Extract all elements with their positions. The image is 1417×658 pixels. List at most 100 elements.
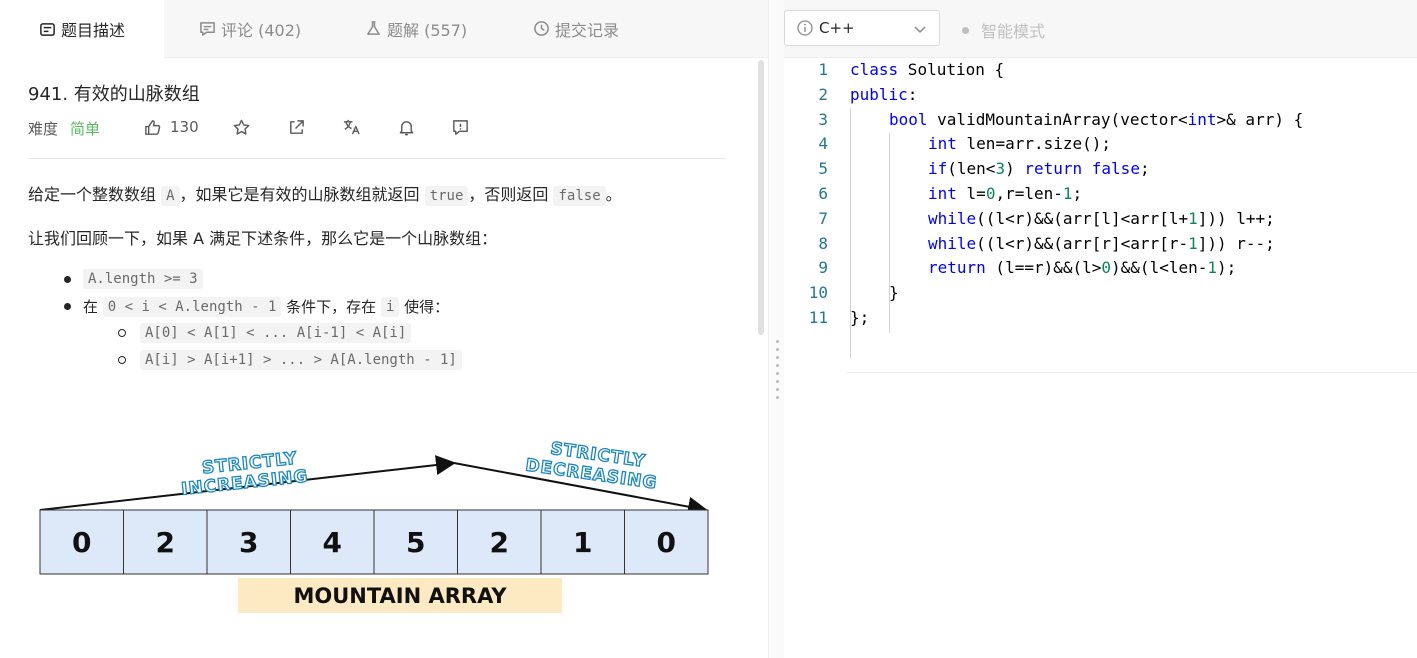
feedback-icon — [453, 119, 468, 135]
notify-button[interactable] — [397, 117, 416, 137]
inline-code: A.length >= 3 — [83, 269, 203, 289]
array-cell-value: 2 — [156, 526, 175, 559]
line-number: 10 — [808, 283, 828, 303]
code-token: return — [1024, 159, 1083, 179]
editor-toolbar: C++ 智能模式 — [784, 0, 1417, 58]
code-token: ) — [1005, 159, 1025, 179]
code-token: 0 — [1101, 258, 1112, 278]
divider — [28, 158, 726, 159]
code-editor[interactable]: 1 class Solution {2 public: 3 bool validMoun… — [784, 58, 1417, 658]
thumbs-up-icon — [145, 119, 161, 135]
code-line: }; — [850, 308, 869, 327]
line-number: 6 — [818, 184, 828, 203]
grip-dot — [776, 340, 779, 343]
grip-dot — [776, 348, 779, 351]
language-select[interactable]: C++ — [784, 10, 940, 46]
code-line: int len=arr.size(); — [928, 134, 1111, 153]
text: 使得： — [404, 298, 450, 316]
editor-panel: C++ 智能模式 1 class Solution {2 public: 3 bool … — [784, 0, 1417, 658]
description-paragraph-2: 让我们回顾一下，如果 A 满足下述条件，那么它是一个山脉数组： — [28, 229, 498, 248]
list-item: 在 0 < i < A.length - 1 条件下，存在 i 使得： — [64, 296, 449, 317]
smart-mode-toggle[interactable]: 智能模式 — [962, 18, 1045, 42]
line-number: 7 — [818, 208, 828, 228]
array-cell-value: 4 — [323, 526, 342, 559]
code-token: (l==r)&&(l> — [985, 258, 1102, 278]
tab-description[interactable]: 题目描述 — [0, 0, 164, 58]
code-token: ((l<r)&&(arr[r]<arr[r- — [976, 233, 1189, 253]
code-token: }; — [850, 308, 870, 327]
inline-code: A[0] < A[1] < ... A[i-1] < A[i] — [140, 323, 412, 343]
code-token: return — [928, 258, 986, 278]
translate-button[interactable] — [342, 117, 361, 137]
current-line-highlight — [846, 372, 1417, 386]
inline-code: A — [161, 186, 180, 206]
like-button[interactable]: 130 — [143, 117, 199, 137]
code-line: if(len<3) return false; — [928, 159, 1150, 178]
code-line: int l=0,r=len-1; — [928, 184, 1082, 203]
code-token: class — [850, 60, 899, 79]
code-token: 3 — [995, 159, 1006, 179]
grip-dot — [776, 380, 779, 383]
code-token: bool — [889, 109, 928, 129]
code-token: Solution { — [898, 60, 1005, 79]
array-cells: 0 2 3 4 5 2 1 0 — [39, 509, 709, 575]
code-token: while — [928, 233, 977, 253]
code-token: int — [928, 184, 957, 203]
code-token: int — [1187, 109, 1217, 129]
code-token: ,r=len- — [995, 184, 1063, 203]
scrollbar[interactable] — [758, 60, 764, 335]
code-token: ); — [1217, 258, 1237, 278]
code-token: ])) l++; — [1197, 208, 1275, 228]
array-cell-value: 3 — [239, 526, 258, 559]
text: 在 — [83, 298, 99, 316]
tab-label: 题解 (557) — [387, 20, 468, 40]
inline-code: 0 < i < A.length - 1 — [102, 296, 282, 317]
text: 给定一个整数数组 — [28, 185, 157, 204]
list-item: A[i] > A[i+1] > ... > A[A.length - 1] — [118, 350, 462, 370]
code-token: )&&(l<len- — [1111, 258, 1208, 278]
code-token: int — [928, 134, 957, 154]
code-line: class Solution { — [850, 60, 1004, 79]
language-value: C++ — [819, 19, 855, 37]
inline-code: A[i] > A[i+1] > ... > A[A.length - 1] — [140, 350, 462, 370]
code-token: 1 — [1188, 233, 1198, 253]
chevron-down-icon — [914, 26, 926, 34]
line-number: 1 — [818, 60, 828, 79]
code-line: bool validMountainArray(vector<int>& arr… — [889, 110, 1303, 129]
code-token: validMountainArray(vector< — [927, 109, 1188, 129]
like-count: 130 — [170, 118, 199, 136]
info-icon — [797, 20, 813, 36]
feedback-button[interactable] — [451, 117, 470, 137]
code-line: return (l==r)&&(l>0)&&(l<len-1); — [928, 258, 1236, 277]
code-token: ((l<r)&&(arr[l]<arr[l+ — [976, 208, 1189, 228]
tab-solutions[interactable]: 题解 (557) — [365, 0, 467, 57]
code-token: >& arr) { — [1216, 109, 1304, 129]
grip-dot — [776, 372, 779, 375]
description-paragraph-1: 给定一个整数数组 A ，如果它是有效的山脉数组就返回 true ，否则返回 fals… — [28, 181, 622, 206]
grip-dot — [776, 356, 779, 359]
favorite-button[interactable] — [232, 117, 251, 137]
tab-comments[interactable]: 评论 (402) — [199, 0, 301, 57]
line-number: 3 — [818, 109, 828, 129]
array-cell-value: 0 — [72, 526, 91, 559]
line-number: 4 — [818, 134, 828, 154]
line-number: 8 — [818, 233, 828, 253]
code-token: ; — [1139, 159, 1150, 179]
bullet-icon — [118, 356, 126, 364]
text: ，如果它是有效的山脉数组就返回 — [179, 185, 420, 204]
bullet-icon — [64, 275, 71, 283]
inline-code: false — [553, 186, 606, 206]
description-icon — [40, 22, 55, 36]
code-token: public — [850, 84, 908, 104]
difficulty-badge: 简单 — [70, 119, 101, 138]
code-token: ; — [1072, 184, 1083, 203]
grip-dot — [776, 396, 779, 399]
code-line: while((l<r)&&(arr[r]<arr[r-1])) r--; — [928, 234, 1275, 253]
code-token: while — [928, 208, 977, 228]
grip-dot — [776, 388, 779, 391]
tab-submissions[interactable]: 提交记录 — [533, 0, 619, 57]
share-button[interactable] — [287, 117, 306, 137]
bullet-icon — [64, 303, 71, 310]
line-number: 2 — [818, 84, 828, 104]
